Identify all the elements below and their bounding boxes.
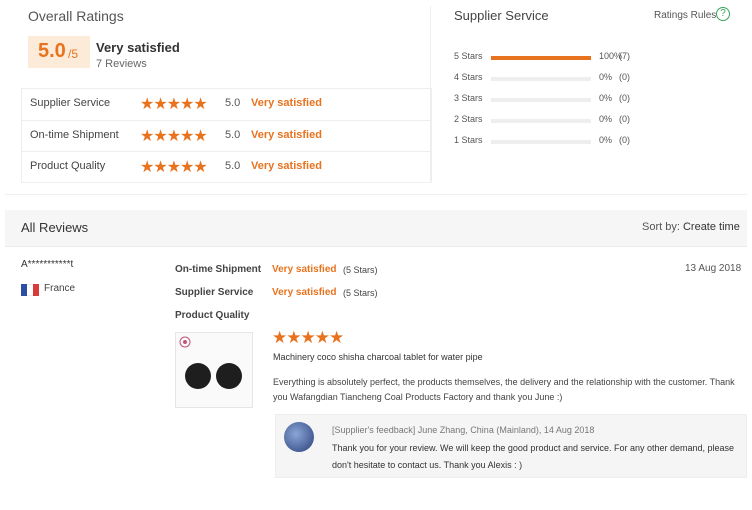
rating-desc: Very satisfied [251,160,322,172]
rating-label: On-time Shipment [30,129,119,141]
distribution-percent: 0% [599,72,613,82]
reviewer-country: France [44,283,76,294]
distribution-bar [491,56,591,60]
all-reviews-title: All Reviews [21,220,89,235]
distribution-bar [491,140,591,144]
supplier-feedback-header: [Supplier's feedback] June Zhang, China … [332,425,595,435]
review-rating-value: Very satisfied [272,287,337,298]
distribution-label: 4 Stars [454,72,483,82]
sort-label: Sort by: [642,221,680,233]
distribution-row-1: 1 Stars 0% (0) [454,135,734,151]
distribution-label: 1 Stars [454,135,483,145]
distribution-count: (0) [619,93,630,103]
ratings-rules-link[interactable]: Ratings Rules [654,10,716,21]
distribution-count: (7) [619,51,630,61]
rating-desc: Very satisfied [251,129,322,141]
distribution-bar [491,119,591,123]
rating-row-supplier-service: Supplier Service ★★★★★ 5.0 Very satisfie… [22,89,431,119]
distribution-percent: 0% [599,114,613,124]
overall-score-max: /5 [68,47,79,61]
rating-label: Supplier Service [30,97,111,109]
distribution-row-5: 5 Stars 100% (7) [454,51,734,67]
rating-desc: Very satisfied [251,97,322,109]
review-rating-label: Product Quality [175,310,250,321]
review-rating-label: On-time Shipment [175,264,262,275]
sort-control[interactable]: Sort by: Create time [642,221,740,233]
review-text: Everything is absolutely perfect, the pr… [273,377,735,402]
supplier-feedback-text: Thank you for your review. We will keep … [332,443,735,470]
star-rating-icon: ★★★★★ [140,96,208,113]
distribution-count: (0) [619,135,630,145]
distribution-count: (0) [619,72,630,82]
distribution-label: 2 Stars [454,114,483,124]
product-name[interactable]: Machinery coco shisha charcoal tablet fo… [273,352,483,362]
rating-label: Product Quality [30,160,106,172]
reviewer-name: A***********t [21,259,74,270]
help-icon[interactable]: ? [716,7,730,21]
distribution-bar [491,98,591,102]
supplier-service-title: Supplier Service [454,8,549,23]
overall-label: Very satisfied [96,40,180,55]
charcoal-tablet-image [216,363,242,389]
rating-score: 5.0 [225,160,241,172]
brand-logo-icon [179,336,191,348]
supplier-avatar [284,422,314,452]
panel-divider [430,6,431,181]
rating-score: 5.0 [225,97,241,109]
distribution-label: 5 Stars [454,51,483,61]
product-thumbnail[interactable] [175,332,253,408]
review-rating-label: Supplier Service [175,287,254,298]
distribution-percent: 0% [599,93,613,103]
distribution-bar-fill [491,56,591,60]
distribution-row-2: 2 Stars 0% (0) [454,114,734,130]
distribution-bar [491,77,591,81]
distribution-percent: 0% [599,135,613,145]
charcoal-tablet-image [185,363,211,389]
distribution-label: 3 Stars [454,93,483,103]
distribution-row-3: 3 Stars 0% (0) [454,93,734,109]
review-rating-value: Very satisfied [272,264,337,275]
distribution-count: (0) [619,114,630,124]
star-rating-icon: ★★★★★ [140,128,208,145]
rating-row-product-quality: Product Quality ★★★★★ 5.0 Very satisfied [22,151,431,182]
review-rating-stars: (5 Stars) [343,265,378,275]
category-ratings-table: Supplier Service ★★★★★ 5.0 Very satisfie… [21,88,432,183]
distribution-row-4: 4 Stars 0% (0) [454,72,734,88]
overall-ratings-title: Overall Ratings [28,8,124,24]
overall-score: 5.0 [38,40,66,62]
star-rating-icon: ★★★★★ [140,159,208,176]
sort-value[interactable]: Create time [683,221,740,233]
review-rating-stars: (5 Stars) [343,288,378,298]
review-date: 13 Aug 2018 [685,263,742,274]
product-star-rating-icon: ★★★★★ [272,328,344,347]
france-flag-icon [21,284,39,296]
rating-row-on-time-shipment: On-time Shipment ★★★★★ 5.0 Very satisfie… [22,120,431,151]
reviews-count: 7 Reviews [96,58,147,70]
rating-score: 5.0 [225,129,241,141]
all-reviews-header [5,210,747,247]
